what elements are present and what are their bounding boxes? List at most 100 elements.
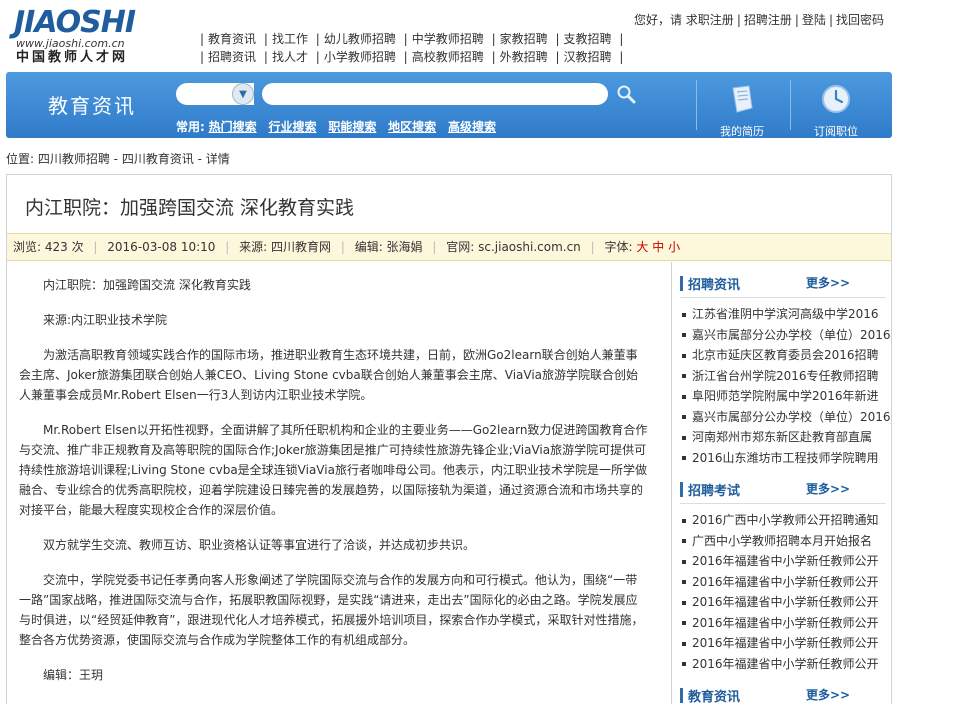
site-logo[interactable]: JIAOSHI www.jiaoshi.com.cn 中国教师人才网	[14, 8, 164, 68]
recruit-exam-link[interactable]: 2016年福建省中小学新任教师公开	[692, 575, 879, 589]
list-item: 2016年福建省中小学新任教师公开	[682, 633, 892, 654]
article-title: 内江职院：加强跨国交流 深化教育实践	[25, 197, 355, 219]
nav-chinese-teacher-recruit[interactable]: 汉教招聘	[564, 50, 612, 64]
recruit-exam-link[interactable]: 2016年福建省中小学新任教师公开	[692, 616, 879, 630]
recruit-info-header: 招聘资讯 更多>>	[680, 270, 886, 298]
recruit-exam-title: 招聘考试	[688, 484, 741, 499]
edu-news-more-link[interactable]: 更多>>	[806, 686, 850, 703]
employer-register-link[interactable]: 招聘注册	[744, 13, 792, 27]
search-category-select[interactable]: ▼	[176, 83, 254, 105]
recruit-exam-link[interactable]: 2016年福建省中小学新任教师公开	[692, 657, 879, 671]
list-item: 2016年福建省中小学新任教师公开	[682, 654, 892, 675]
logo-brand: JIAOSHI	[14, 5, 136, 40]
divider	[790, 80, 791, 130]
user-links: 您好，请 求职注册 | 招聘注册 | 登陆 | 找回密码	[633, 13, 884, 27]
quick-search-label: 常用:	[176, 120, 205, 134]
recruit-info-link[interactable]: 嘉兴市属部分公办学校（单位）2016	[692, 410, 891, 424]
my-resume-button[interactable]: 我的简历	[711, 82, 773, 139]
nav-foreign-teacher-recruit[interactable]: 外教招聘	[500, 50, 548, 64]
article-paragraph: 内江职院：加强跨国交流 深化教育实践	[43, 278, 251, 292]
article-content: 内江职院：加强跨国交流 深化教育实践 来源:内江职业技术学院 为激活高职教育领域…	[19, 275, 649, 700]
recruit-info-link[interactable]: 河南郑州市郑东新区赴教育部直属	[692, 430, 872, 444]
chevron-down-icon[interactable]: ▼	[232, 83, 254, 105]
nav-kindergarten-recruit[interactable]: 幼儿教师招聘	[324, 32, 396, 46]
subscribe-jobs-button[interactable]: 订阅职位	[805, 82, 867, 139]
recruit-info-title: 招聘资讯	[688, 278, 741, 293]
list-item: 广西中小学教师招聘本月开始报名	[682, 531, 892, 552]
list-item: 河南郑州市郑东新区赴教育部直属	[682, 427, 892, 448]
official-site: 官网: sc.jiaoshi.com.cn	[446, 240, 581, 254]
hot-search-link[interactable]: 热门搜索	[209, 120, 257, 134]
font-size-small[interactable]: 小	[668, 240, 680, 254]
advanced-search-link[interactable]: 高级搜索	[448, 120, 496, 134]
top-nav-row-1: | 教育资讯 | 找工作 | 幼儿教师招聘 | 中学教师招聘 | 家教招聘 | 支教招聘 |	[200, 32, 624, 46]
nav-edu-news[interactable]: 教育资讯	[208, 32, 256, 46]
nav-primary-recruit[interactable]: 小学教师招聘	[324, 50, 396, 64]
job-seeker-register-link[interactable]: 您好，请 求职注册	[634, 13, 734, 27]
recruit-info-list: 江苏省淮阴中学滨河高级中学2016 嘉兴市属部分公办学校（单位）2016 北京市…	[682, 304, 892, 468]
search-input[interactable]	[262, 83, 608, 105]
search-icon[interactable]	[616, 84, 636, 104]
recover-password-link[interactable]: 找回密码	[836, 13, 884, 27]
logo-chinese-name: 中国教师人才网	[16, 50, 129, 65]
breadcrumb: 位置: 四川教师招聘 - 四川教育资讯 - 详情	[6, 152, 230, 166]
top-nav-row-2: | 招聘资讯 | 找人才 | 小学教师招聘 | 高校教师招聘 | 外教招聘 | 汉教招聘 |	[200, 50, 624, 64]
recruit-exam-header: 招聘考试 更多>>	[680, 476, 886, 504]
search-bar: 教育资讯 ▼ 常用: 热门搜索 行业搜索 职能搜索 地区搜索 高级搜索 我的简历…	[6, 72, 892, 138]
view-count: 浏览: 423 次	[13, 240, 84, 254]
recruit-exam-link[interactable]: 2016广西中小学教师公开招聘通知	[692, 513, 879, 527]
recruit-exam-link[interactable]: 2016年福建省中小学新任教师公开	[692, 595, 879, 609]
industry-search-link[interactable]: 行业搜索	[268, 120, 316, 134]
recruit-exam-link[interactable]: 2016年福建省中小学新任教师公开	[692, 554, 879, 568]
nav-volunteer-recruit[interactable]: 支教招聘	[564, 32, 612, 46]
font-size-medium[interactable]: 中	[652, 240, 664, 254]
article-paragraph: 为激活高职教育领域实践合作的国际市场，推进职业教育生态环境共建，日前，欧洲Go2…	[19, 348, 639, 402]
region-search-link[interactable]: 地区搜索	[388, 120, 436, 134]
divider	[696, 80, 697, 130]
subscribe-jobs-label: 订阅职位	[814, 125, 858, 138]
recruit-info-link[interactable]: 北京市延庆区教育委员会2016招聘	[692, 348, 879, 362]
recruit-exam-link[interactable]: 广西中小学教师招聘本月开始报名	[692, 534, 872, 548]
nav-recruit-news[interactable]: 招聘资讯	[208, 50, 256, 64]
recruit-info-link[interactable]: 2016山东潍坊市工程技师学院聘用	[692, 451, 879, 465]
nav-find-talent[interactable]: 找人才	[272, 50, 308, 64]
list-item: 嘉兴市属部分公办学校（单位）2016	[682, 325, 892, 346]
top-nav: | 教育资讯 | 找工作 | 幼儿教师招聘 | 中学教师招聘 | 家教招聘 | 支教招聘 |…	[196, 30, 656, 66]
list-item: 2016年福建省中小学新任教师公开	[682, 592, 892, 613]
article-paragraph: 双方就学生交流、教师互访、职业资格认证等事宜进行了洽谈，并达成初步共识。	[43, 538, 476, 552]
list-item: 浙江省台州学院2016专任教师招聘	[682, 366, 892, 387]
list-item: 2016山东潍坊市工程技师学院聘用	[682, 448, 892, 469]
recruit-info-link[interactable]: 浙江省台州学院2016专任教师招聘	[692, 369, 879, 383]
recruit-exam-link[interactable]: 2016年福建省中小学新任教师公开	[692, 636, 879, 650]
recruit-info-link[interactable]: 嘉兴市属部分公办学校（单位）2016	[692, 328, 891, 342]
article-source: 来源: 四川教育网	[239, 240, 331, 254]
recruit-info-link[interactable]: 江苏省淮阴中学滨河高级中学2016	[692, 307, 879, 321]
clock-icon	[822, 85, 850, 113]
edu-news-title: 教育资讯	[688, 690, 741, 704]
font-size-large[interactable]: 大	[636, 240, 648, 254]
my-resume-label: 我的简历	[720, 125, 764, 138]
list-item: 嘉兴市属部分公办学校（单位）2016	[682, 407, 892, 428]
recruit-info-more-link[interactable]: 更多>>	[806, 274, 850, 291]
nav-find-job[interactable]: 找工作	[272, 32, 308, 46]
font-size-label: 字体:	[604, 240, 633, 254]
nav-tutor-recruit[interactable]: 家教招聘	[500, 32, 548, 46]
list-item: 2016广西中小学教师公开招聘通知	[682, 510, 892, 531]
recruit-info-link[interactable]: 阜阳师范学院附属中学2016年新进	[692, 389, 879, 403]
nav-college-recruit[interactable]: 高校教师招聘	[412, 50, 484, 64]
article-editor: 编辑: 张海娟	[354, 240, 423, 254]
article-paragraph: 交流中，学院党委书记任孝勇向客人形象阐述了学院国际交流与合作的发展方向和可行模式…	[19, 573, 644, 647]
function-search-link[interactable]: 职能搜索	[328, 120, 376, 134]
list-item: 北京市延庆区教育委员会2016招聘	[682, 345, 892, 366]
article-paragraph: 编辑：王玥	[43, 668, 104, 682]
recruit-exam-more-link[interactable]: 更多>>	[806, 480, 850, 497]
section-title: 教育资讯	[48, 94, 136, 118]
list-item: 江苏省淮阴中学滨河高级中学2016	[682, 304, 892, 325]
list-item: 2016年福建省中小学新任教师公开	[682, 572, 892, 593]
article-paragraph: 来源:内江职业技术学院	[43, 313, 168, 327]
list-item: 2016年福建省中小学新任教师公开	[682, 551, 892, 572]
login-link[interactable]: 登陆	[802, 13, 826, 27]
nav-middle-school-recruit[interactable]: 中学教师招聘	[412, 32, 484, 46]
edu-news-header: 教育资讯 更多>>	[680, 682, 886, 704]
list-item: 阜阳师范学院附属中学2016年新进	[682, 386, 892, 407]
